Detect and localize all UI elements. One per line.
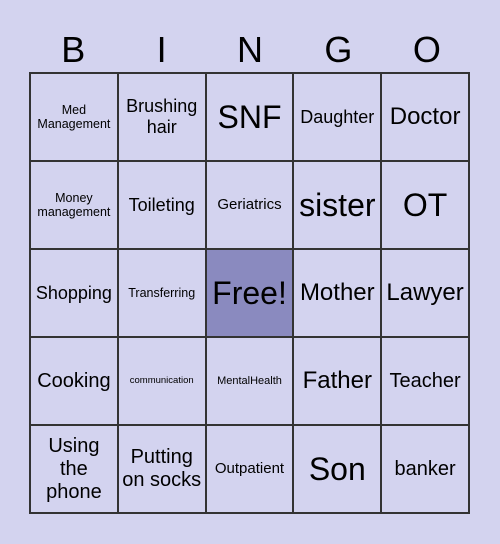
- bingo-cell[interactable]: Using the phone: [30, 425, 118, 513]
- bingo-cell[interactable]: Daughter: [293, 73, 382, 161]
- bingo-cell[interactable]: communication: [117, 337, 206, 425]
- free-space-cell[interactable]: Free!: [205, 249, 294, 337]
- bingo-cell[interactable]: Lawyer: [381, 249, 469, 337]
- bingo-cell[interactable]: SNF: [205, 73, 294, 161]
- bingo-cell[interactable]: Outpatient: [205, 425, 294, 513]
- bingo-cell[interactable]: Doctor: [381, 73, 469, 161]
- bingo-grid: Med Management Brushing hair SNF Daughte…: [29, 72, 470, 514]
- header-letter-o: O: [412, 29, 441, 70]
- bingo-cell[interactable]: OT: [381, 161, 469, 249]
- bingo-cell[interactable]: Brushing hair: [117, 73, 206, 161]
- bingo-cell[interactable]: Cooking: [30, 337, 118, 425]
- bingo-cell[interactable]: Putting on socks: [117, 425, 206, 513]
- bingo-cell[interactable]: Med Management: [30, 73, 118, 161]
- header-letter-g: G: [324, 29, 353, 70]
- bingo-cell[interactable]: Father: [293, 337, 382, 425]
- bingo-cell[interactable]: Shopping: [30, 249, 118, 337]
- bingo-cell[interactable]: Teacher: [381, 337, 469, 425]
- bingo-cell[interactable]: Money management: [30, 161, 118, 249]
- header-letter-n: N: [237, 29, 264, 70]
- bingo-cell[interactable]: Mother: [293, 249, 382, 337]
- bingo-cell[interactable]: Toileting: [117, 161, 206, 249]
- bingo-header: B I N G O: [29, 28, 471, 72]
- header-letter-b: B: [61, 29, 86, 70]
- bingo-cell[interactable]: MentalHealth: [205, 337, 294, 425]
- bingo-cell[interactable]: sister: [293, 161, 382, 249]
- bingo-cell[interactable]: Transferring: [117, 249, 206, 337]
- bingo-cell[interactable]: banker: [381, 425, 469, 513]
- bingo-cell[interactable]: Son: [293, 425, 382, 513]
- bingo-cell[interactable]: Geriatrics: [205, 161, 294, 249]
- header-letter-i: I: [156, 29, 167, 70]
